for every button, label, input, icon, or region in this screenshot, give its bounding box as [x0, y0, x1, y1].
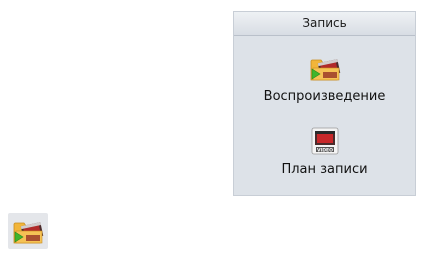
- playback-label: Воспроизведение: [263, 89, 386, 104]
- playback-folder-icon: [13, 222, 44, 244]
- svg-text:VIDEO: VIDEO: [316, 147, 332, 153]
- playback-folder-icon: [310, 59, 340, 81]
- screen: Запись Воспроизведение VIDEO План записи: [0, 0, 427, 264]
- record-schedule-label: План записи: [281, 162, 368, 177]
- panel-title: Запись: [234, 12, 415, 36]
- record-schedule-button[interactable]: VIDEO План записи: [234, 125, 415, 177]
- recording-panel: Запись Воспроизведение VIDEO План записи: [233, 11, 416, 196]
- playback-button[interactable]: Воспроизведение: [234, 52, 415, 104]
- playback-shortcut-button[interactable]: [8, 213, 48, 249]
- video-schedule-icon: VIDEO: [311, 127, 338, 155]
